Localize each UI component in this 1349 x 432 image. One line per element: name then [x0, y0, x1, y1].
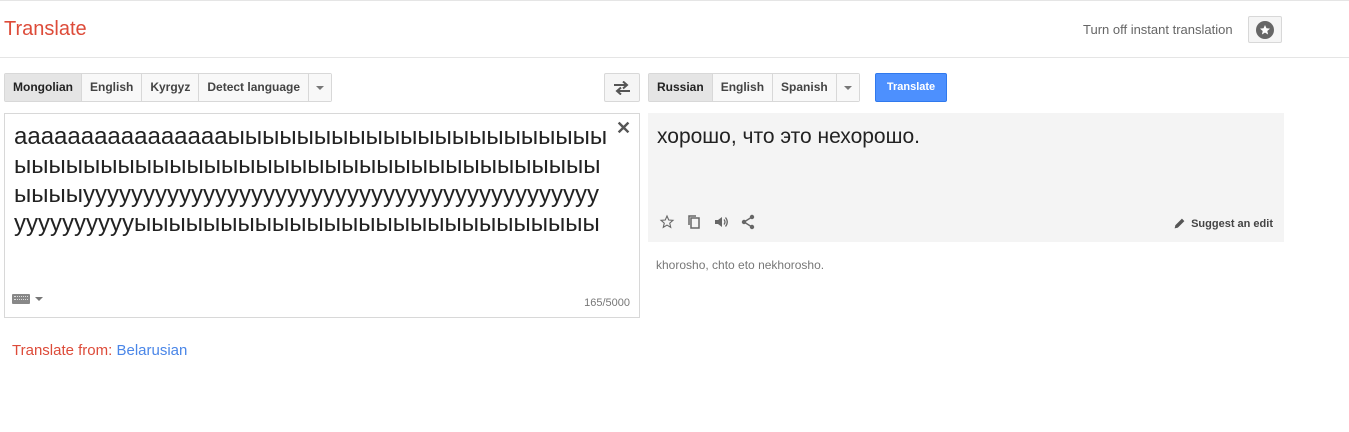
keyboard-icon — [12, 294, 30, 304]
translate-button[interactable]: Translate — [875, 73, 947, 102]
translate-from-label: Translate from: — [12, 342, 117, 359]
suggest-edit-label: Suggest an edit — [1191, 217, 1273, 230]
source-text[interactable]: aaaaaaaaaaaaaaaaыыыыыыыыыыыыыыыыыыыыыыыы… — [14, 122, 610, 238]
character-count: 165/5000 — [584, 297, 630, 309]
app-title: Translate — [4, 18, 87, 40]
input-tools-button[interactable] — [12, 294, 43, 304]
top-bar: Translate Turn off instant translation — [0, 0, 1349, 58]
share-icon[interactable] — [739, 213, 756, 230]
translated-text: хорошо, что это нехорошо. — [657, 125, 920, 148]
speaker-icon[interactable] — [712, 213, 729, 230]
chevron-down-icon — [316, 85, 325, 90]
source-lang-kyrgyz[interactable]: Kyrgyz — [142, 74, 200, 101]
target-lang-dropdown[interactable] — [836, 74, 859, 101]
star-icon — [1256, 20, 1274, 39]
target-lang-english[interactable]: English — [712, 74, 774, 101]
target-lang-russian[interactable]: Russian — [649, 74, 713, 101]
source-lang-detect[interactable]: Detect language — [199, 74, 310, 101]
source-lang-english[interactable]: English — [82, 74, 143, 101]
pencil-icon — [1174, 218, 1185, 229]
phrasebook-button[interactable] — [1248, 16, 1282, 43]
suggest-edit-button[interactable]: Suggest an edit — [1173, 217, 1273, 230]
swap-languages-button[interactable] — [604, 73, 640, 102]
instant-translation-toggle[interactable]: Turn off instant translation — [1083, 22, 1233, 37]
target-lang-spanish[interactable]: Spanish — [773, 74, 837, 101]
result-toolbar — [658, 213, 756, 230]
star-icon[interactable] — [658, 213, 675, 230]
swap-icon — [614, 80, 630, 95]
target-language-bar: Russian English Spanish — [648, 73, 860, 102]
detected-language-suggestion: Translate from: Belarusian — [12, 342, 187, 359]
close-icon[interactable]: ✕ — [616, 118, 631, 139]
transliteration: khorosho, chto eto nekhorosho. — [656, 258, 825, 272]
copy-icon[interactable] — [685, 213, 702, 230]
source-lang-mongolian[interactable]: Mongolian — [5, 74, 82, 101]
detected-language-link[interactable]: Belarusian — [116, 342, 187, 359]
source-textarea[interactable]: aaaaaaaaaaaaaaaaыыыыыыыыыыыыыыыыыыыыыыыы… — [4, 113, 640, 318]
source-lang-dropdown[interactable] — [309, 74, 332, 101]
chevron-down-icon — [843, 85, 852, 90]
source-language-bar: Mongolian English Kyrgyz Detect language — [4, 73, 333, 102]
result-panel: хорошо, что это нехорошо. Suggest an edi… — [648, 113, 1284, 242]
chevron-down-icon — [35, 297, 43, 301]
